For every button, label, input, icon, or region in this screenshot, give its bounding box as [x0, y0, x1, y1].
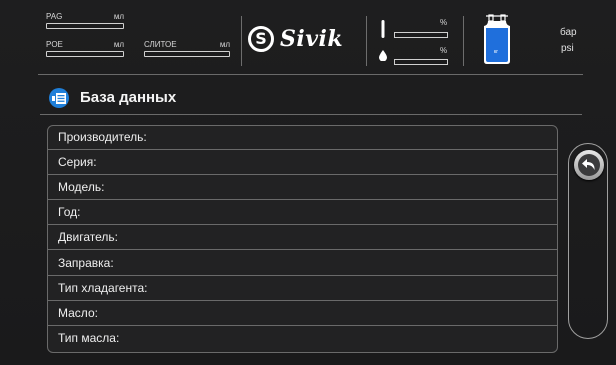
- page-title: База данных: [80, 89, 177, 106]
- moisture-drop-icon: [379, 50, 387, 61]
- table-row-oil[interactable]: Масло:: [48, 302, 557, 326]
- pressure-unit-bar: бар: [560, 27, 577, 38]
- table-row-manufacturer[interactable]: Производитель:: [48, 126, 557, 150]
- drained-unit: мл: [219, 40, 230, 49]
- status-header: PAG мл POE мл СЛИТОЕ мл S Sivik % % кг б…: [38, 10, 583, 72]
- drained-level-bar: [144, 51, 230, 57]
- header-divider: [463, 16, 464, 66]
- temperature-percent: %: [440, 18, 448, 27]
- brand-logo: S Sivik: [248, 24, 343, 54]
- pressure-unit-psi: psi: [561, 43, 574, 54]
- logo-mark-icon: S: [248, 26, 274, 52]
- poe-unit: мл: [113, 40, 124, 49]
- poe-oil-meter: POE мл: [46, 40, 124, 58]
- table-row-refrigerant-type[interactable]: Тип хладагента:: [48, 277, 557, 301]
- poe-label: POE: [46, 40, 63, 49]
- pag-unit: мл: [113, 12, 124, 21]
- back-button[interactable]: [574, 150, 604, 180]
- logo-wordmark: Sivik: [280, 26, 344, 52]
- refrigerant-tank-icon: [484, 14, 510, 64]
- title-divider-line: [40, 114, 582, 115]
- table-row-engine[interactable]: Двигатель:: [48, 226, 557, 250]
- pag-label: PAG: [46, 12, 63, 21]
- table-row-charge[interactable]: Заправка:: [48, 252, 557, 276]
- back-arrow-icon: [578, 154, 600, 176]
- thermometer-icon: [381, 20, 385, 38]
- pag-oil-meter: PAG мл: [46, 12, 124, 30]
- table-row-series[interactable]: Серия:: [48, 151, 557, 175]
- moisture-percent: %: [440, 46, 448, 55]
- moisture-bar: [394, 59, 448, 65]
- header-divider: [366, 16, 367, 66]
- screen: PAG мл POE мл СЛИТОЕ мл S Sivik % % кг б…: [0, 0, 616, 365]
- header-divider-line: [38, 74, 583, 75]
- drained-label: СЛИТОЕ: [144, 40, 177, 49]
- poe-level-bar: [46, 51, 124, 57]
- temperature-bar: [394, 32, 448, 38]
- pag-level-bar: [46, 23, 124, 29]
- table-row-model[interactable]: Модель:: [48, 176, 557, 200]
- table-row-year[interactable]: Год:: [48, 201, 557, 225]
- drained-oil-meter: СЛИТОЕ мл: [144, 40, 230, 58]
- database-icon: [49, 88, 69, 108]
- vehicle-info-table: Производитель: Серия: Модель: Год: Двига…: [47, 125, 558, 353]
- table-row-oil-type[interactable]: Тип масла:: [48, 327, 557, 351]
- header-divider: [241, 16, 242, 66]
- tank-weight-unit: кг: [494, 49, 499, 55]
